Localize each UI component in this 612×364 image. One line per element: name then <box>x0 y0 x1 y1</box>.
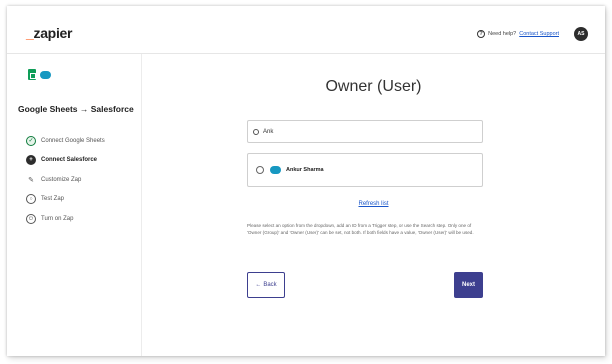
zap-title: Google Sheets → Salesforce <box>18 104 134 114</box>
zapier-logo[interactable]: _zapier <box>26 25 72 41</box>
option-label: Ankur Sharma <box>286 167 324 173</box>
field-help-text: Please select an option from the dropdow… <box>247 223 474 236</box>
salesforce-icon <box>270 166 281 174</box>
radio-button[interactable] <box>256 166 264 174</box>
google-sheets-icon <box>28 69 36 80</box>
search-icon <box>253 128 259 135</box>
pencil-icon: ✎ <box>28 176 34 184</box>
back-button[interactable]: ← Back <box>247 272 285 298</box>
salesforce-icon <box>40 70 51 79</box>
step-connect-google-sheets[interactable]: ✓ Connect Google Sheets <box>26 131 105 151</box>
page-title: Owner (User) <box>325 78 422 95</box>
power-icon: ⏻ <box>26 213 36 224</box>
help-area: ? Need help? Contact Support <box>477 30 559 38</box>
top-bar: _zapier ? Need help? Contact Support AS <box>7 6 605 54</box>
step-list: ✓ Connect Google Sheets + Connect Salesf… <box>26 131 105 229</box>
check-icon: ✓ <box>26 135 36 146</box>
refresh-list-link[interactable]: Refresh list <box>142 201 605 207</box>
avatar[interactable]: AS <box>574 27 588 41</box>
next-button[interactable]: Next <box>454 272 483 298</box>
app-window: _zapier ? Need help? Contact Support AS … <box>7 6 605 356</box>
plus-icon: + <box>26 155 36 166</box>
main-panel: Owner (User) Ank Ankur Sharma Refresh li… <box>142 54 605 356</box>
sidebar: Google Sheets → Salesforce ✓ Connect Goo… <box>7 54 142 356</box>
question-icon: ? <box>477 30 486 38</box>
search-input[interactable]: Ank <box>247 120 483 143</box>
contact-support-link[interactable]: Contact Support <box>519 31 559 37</box>
step-connect-salesforce[interactable]: + Connect Salesforce <box>26 151 105 171</box>
app-icons <box>28 69 51 80</box>
owner-option[interactable]: Ankur Sharma <box>247 153 483 187</box>
step-turn-on-zap[interactable]: ⏻ Turn on Zap <box>26 209 105 229</box>
test-icon: ○ <box>26 194 36 205</box>
search-value: Ank <box>263 128 274 135</box>
help-text: Need help? <box>488 31 517 37</box>
step-customize-zap[interactable]: ✎ Customize Zap <box>26 170 105 190</box>
arrow-left-icon: ← <box>255 282 262 288</box>
step-test-zap[interactable]: ○ Test Zap <box>26 190 105 210</box>
